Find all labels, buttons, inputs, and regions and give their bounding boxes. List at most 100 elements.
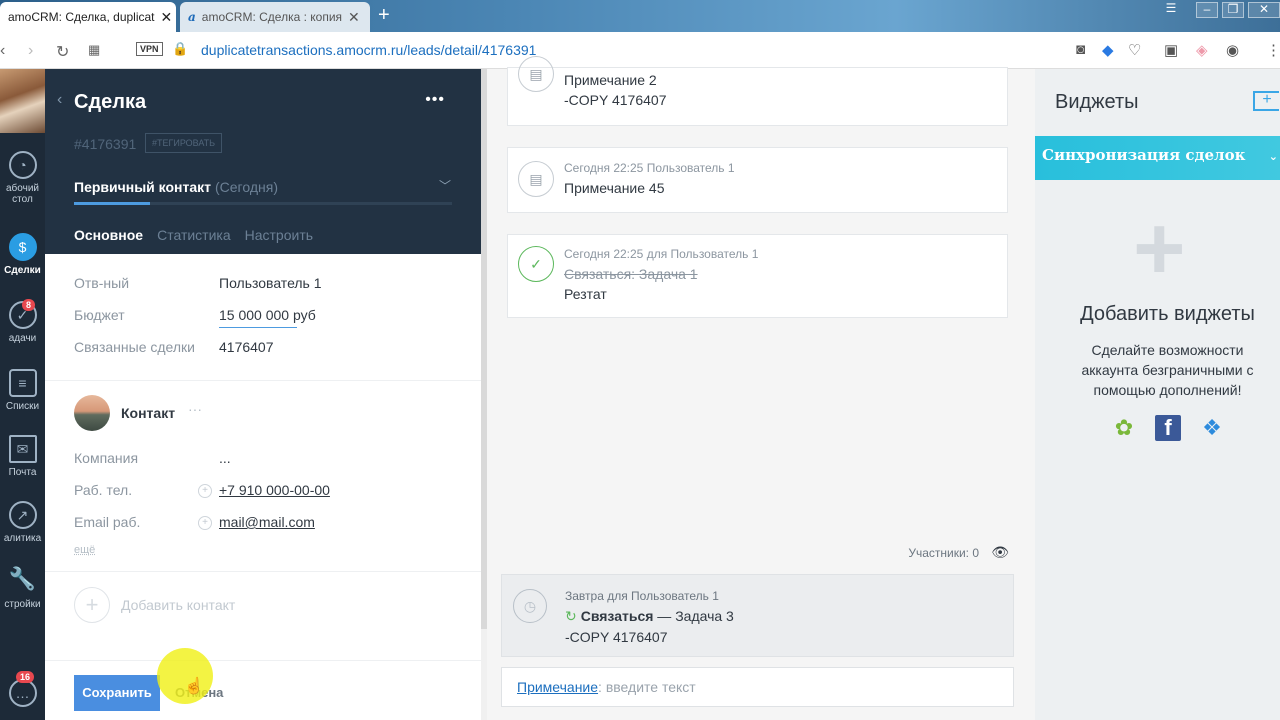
- task-meta: Сегодня 22:25 для Пользователь 1: [564, 247, 759, 261]
- user-photo[interactable]: [0, 69, 45, 133]
- nav-dashboard[interactable]: ◔ абочий стол: [0, 151, 45, 205]
- nav-label: адачи: [8, 333, 37, 344]
- phone-value[interactable]: +7 910 000-00-00: [219, 482, 330, 498]
- deal-tabs: Основное Статистика Настроить: [74, 227, 327, 257]
- check-icon: ✓: [518, 246, 554, 282]
- email-value[interactable]: mail@mail.com: [219, 514, 315, 530]
- note-meta: Сегодня 22:25 Пользователь 1: [564, 161, 735, 175]
- responsible-label: Отв-ный: [74, 275, 130, 291]
- more-fields-link[interactable]: ещё: [74, 544, 95, 556]
- more-options-icon[interactable]: •••: [425, 91, 445, 109]
- nav-deals[interactable]: $ Сделки: [0, 233, 45, 276]
- dropbox-icon[interactable]: ❖: [1199, 415, 1225, 441]
- save-button[interactable]: Сохранить: [74, 675, 160, 711]
- chat-badge: 16: [16, 671, 35, 683]
- chevron-down-icon: ⌄: [1268, 150, 1278, 163]
- nav-lists[interactable]: ≡ Списки: [0, 369, 45, 412]
- feed-note[interactable]: ▤ Сегодня 22:25 Пользователь 1 Примечани…: [507, 147, 1008, 213]
- nav-label-2: стол: [12, 194, 33, 205]
- tab-active[interactable]: amoCRM: Сделка, duplicat ✕: [0, 2, 176, 32]
- sync-banner-label: Синхронизация сделок: [1042, 146, 1246, 164]
- note-text-2: -COPY 4176407: [564, 92, 667, 108]
- mail-icon: ✉: [8, 435, 37, 463]
- tab-inactive[interactable]: a amoCRM: Сделка : копия ✕: [180, 2, 370, 32]
- lock-icon: 🔒: [172, 41, 189, 56]
- analytics-icon: ↗: [8, 501, 37, 529]
- open-task[interactable]: ◷ Завтра для Пользователь 1 ↻ Связаться —…: [501, 574, 1014, 657]
- nav-tasks[interactable]: ✓ адачи 8: [0, 299, 45, 344]
- back-arrow-icon[interactable]: ‹: [57, 91, 62, 109]
- chevron-down-icon[interactable]: ﹀: [439, 177, 451, 194]
- task-action: Связаться: [580, 608, 654, 624]
- nav-settings[interactable]: 🔧 стройки: [0, 566, 45, 611]
- url-field[interactable]: duplicatetransactions.amocrm.ru/leads/de…: [201, 42, 536, 58]
- feed-note[interactable]: ▤ Примечание 2 -COPY 4176407: [507, 56, 1008, 126]
- close-icon[interactable]: ✕: [348, 9, 360, 26]
- maximize-icon[interactable]: ❐: [1222, 2, 1244, 18]
- nav-label: стройки: [4, 599, 41, 610]
- note-type-link[interactable]: Примечание: [517, 679, 598, 695]
- pipeline-stage[interactable]: Первичный контакт (Сегодня): [74, 179, 278, 195]
- nav-label: Списки: [5, 401, 40, 412]
- extension-icon[interactable]: ▣: [1164, 41, 1178, 59]
- back-icon[interactable]: ‹: [0, 42, 5, 60]
- window-close-icon[interactable]: ✕: [1248, 2, 1280, 18]
- extension-icon-2[interactable]: ◈: [1196, 41, 1208, 59]
- nav-mail[interactable]: ✉ Почта: [0, 435, 45, 478]
- nav-chat[interactable]: … 16: [0, 671, 45, 711]
- stage-progress: [74, 202, 452, 205]
- large-plus-icon[interactable]: +: [1133, 204, 1186, 294]
- participants-count: Участники: 0: [908, 546, 979, 560]
- settings-icon: 🔧: [8, 566, 37, 591]
- camera-icon[interactable]: ◙: [1076, 41, 1085, 58]
- budget-label: Бюджет: [74, 307, 125, 323]
- tabs-grid-icon[interactable]: ▦: [88, 42, 100, 58]
- note-input[interactable]: Примечание: введите текст: [501, 667, 1014, 707]
- new-tab-button[interactable]: +: [378, 5, 390, 25]
- phone-label: Раб. тел.: [74, 482, 133, 498]
- sync-deals-widget[interactable]: Синхронизация сделок ⌄: [1035, 136, 1280, 180]
- note-text: Примечание 45: [564, 180, 665, 196]
- nav-analytics[interactable]: ↗ алитика: [0, 501, 45, 544]
- tab-configure[interactable]: Настроить: [245, 227, 313, 257]
- extension-icon-3[interactable]: ◉: [1226, 41, 1239, 59]
- stage-name: Первичный контакт: [74, 179, 211, 195]
- note-icon: ▤: [518, 56, 554, 92]
- email-plus-icon[interactable]: +: [198, 516, 212, 530]
- company-value[interactable]: ...: [219, 450, 231, 466]
- minimize-icon[interactable]: –: [1196, 2, 1218, 18]
- add-contact-button[interactable]: + Добавить контакт: [74, 587, 235, 623]
- shield-icon[interactable]: ◆: [1102, 41, 1114, 59]
- contact-more-icon[interactable]: ···: [188, 401, 202, 417]
- eye-icon[interactable]: 👁: [991, 544, 1009, 561]
- budget-input[interactable]: 15 000 000 руб: [219, 307, 316, 323]
- budget-input-underline: [219, 327, 297, 328]
- tab-statistics[interactable]: Статистика: [157, 227, 231, 257]
- deal-id: #4176391: [74, 136, 137, 152]
- menu-icon[interactable]: ☰: [1160, 2, 1182, 18]
- add-contact-label: Добавить контакт: [121, 597, 236, 613]
- tab-main[interactable]: Основное: [74, 227, 144, 257]
- amocrm-logo-icon: a: [188, 10, 196, 24]
- page-title: Сделка: [74, 91, 147, 113]
- tag-button[interactable]: #ТЕГИРОВАТЬ: [145, 133, 223, 153]
- company-label: Компания: [74, 450, 139, 466]
- close-icon[interactable]: ✕: [161, 9, 173, 26]
- vpn-badge[interactable]: VPN: [136, 42, 163, 56]
- heart-icon[interactable]: ♡: [1128, 41, 1141, 59]
- contact-title[interactable]: Контакт: [121, 405, 175, 421]
- clover-icon[interactable]: ✿: [1111, 415, 1137, 441]
- browser-menu-icon[interactable]: ⋮: [1266, 41, 1280, 59]
- reload-icon[interactable]: ↻: [56, 42, 69, 62]
- linked-deals-value[interactable]: 4176407: [219, 339, 274, 355]
- chat-icon: …: [8, 679, 37, 707]
- avatar[interactable]: [74, 395, 110, 431]
- feed-task-done[interactable]: ✓ Сегодня 22:25 для Пользователь 1 Связа…: [507, 234, 1008, 318]
- forward-icon[interactable]: ›: [28, 42, 33, 60]
- phone-plus-icon[interactable]: +: [198, 484, 212, 498]
- facebook-icon[interactable]: f: [1155, 415, 1181, 441]
- add-widget-icon[interactable]: +: [1253, 91, 1279, 111]
- responsible-select[interactable]: Пользователь 1: [219, 275, 322, 291]
- task-result: Резтат: [564, 286, 607, 302]
- nav-label: Сделки: [4, 265, 41, 276]
